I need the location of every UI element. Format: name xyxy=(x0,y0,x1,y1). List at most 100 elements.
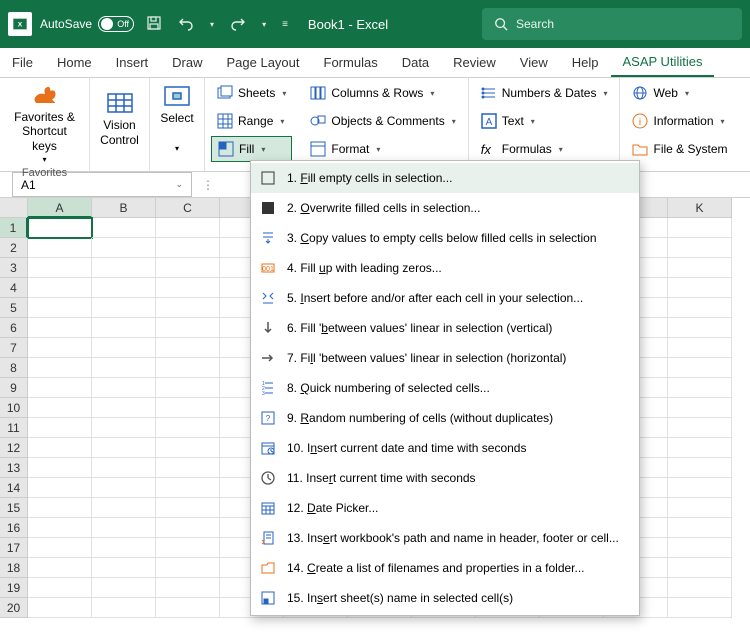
cell[interactable] xyxy=(92,458,156,478)
cell[interactable] xyxy=(28,238,92,258)
cell[interactable] xyxy=(668,418,732,438)
cell[interactable] xyxy=(28,318,92,338)
cell[interactable] xyxy=(156,318,220,338)
redo-dropdown-icon[interactable]: ▾ xyxy=(258,20,270,29)
row-header[interactable]: 7 xyxy=(0,338,28,358)
row-header[interactable]: 10 xyxy=(0,398,28,418)
cell[interactable] xyxy=(668,578,732,598)
file-system-button[interactable]: File & System xyxy=(626,136,733,162)
row-header[interactable]: 13 xyxy=(0,458,28,478)
cell[interactable] xyxy=(28,358,92,378)
fill-menu-item-2[interactable]: 2. Overwrite filled cells in selection..… xyxy=(251,193,639,223)
cell[interactable] xyxy=(92,538,156,558)
row-header[interactable]: 9 xyxy=(0,378,28,398)
fill-menu-item-8[interactable]: 1238. Quick numbering of selected cells.… xyxy=(251,373,639,403)
cell[interactable] xyxy=(668,218,732,238)
column-header[interactable]: K xyxy=(668,198,732,218)
fill-menu-item-11[interactable]: 11. Insert current time with seconds xyxy=(251,463,639,493)
cell[interactable] xyxy=(668,298,732,318)
sheets-button[interactable]: Sheets▾ xyxy=(211,80,292,106)
formulas-button[interactable]: fx Formulas▾ xyxy=(475,136,614,162)
fill-menu-item-15[interactable]: 15. Insert sheet(s) name in selected cel… xyxy=(251,583,639,613)
cell[interactable] xyxy=(668,378,732,398)
tab-formulas[interactable]: Formulas xyxy=(312,48,390,77)
format-button[interactable]: Format▾ xyxy=(304,136,461,162)
cell[interactable] xyxy=(668,398,732,418)
cell[interactable] xyxy=(668,238,732,258)
cell[interactable] xyxy=(92,518,156,538)
row-header[interactable]: 12 xyxy=(0,438,28,458)
cell[interactable] xyxy=(156,518,220,538)
cell[interactable] xyxy=(92,558,156,578)
fill-menu-item-10[interactable]: 10. Insert current date and time with se… xyxy=(251,433,639,463)
fill-menu-item-5[interactable]: 5. Insert before and/or after each cell … xyxy=(251,283,639,313)
cell[interactable] xyxy=(92,238,156,258)
cell[interactable] xyxy=(28,498,92,518)
undo-dropdown-icon[interactable]: ▾ xyxy=(206,20,218,29)
cell[interactable] xyxy=(92,358,156,378)
cell[interactable] xyxy=(156,538,220,558)
fill-button[interactable]: Fill▾ xyxy=(211,136,292,162)
cell[interactable] xyxy=(668,518,732,538)
cell[interactable] xyxy=(156,398,220,418)
favorites-button[interactable]: Favorites & Shortcut keys▾ xyxy=(6,82,83,167)
row-header[interactable]: 11 xyxy=(0,418,28,438)
objects-comments-button[interactable]: Objects & Comments▾ xyxy=(304,108,461,134)
search-box[interactable]: Search xyxy=(482,8,742,40)
cell[interactable] xyxy=(28,258,92,278)
tab-review[interactable]: Review xyxy=(441,48,508,77)
tab-draw[interactable]: Draw xyxy=(160,48,214,77)
tab-home[interactable]: Home xyxy=(45,48,104,77)
row-header[interactable]: 2 xyxy=(0,238,28,258)
cell[interactable] xyxy=(28,418,92,438)
cell[interactable] xyxy=(668,458,732,478)
cell[interactable] xyxy=(156,338,220,358)
row-header[interactable]: 14 xyxy=(0,478,28,498)
fill-menu-item-4[interactable]: 0014. Fill up with leading zeros... xyxy=(251,253,639,283)
cell[interactable] xyxy=(92,438,156,458)
cell[interactable] xyxy=(156,558,220,578)
cell[interactable] xyxy=(668,318,732,338)
row-header[interactable]: 17 xyxy=(0,538,28,558)
cell[interactable] xyxy=(28,278,92,298)
tab-data[interactable]: Data xyxy=(390,48,441,77)
cell[interactable] xyxy=(92,278,156,298)
row-header[interactable]: 5 xyxy=(0,298,28,318)
column-header[interactable]: B xyxy=(92,198,156,218)
cell[interactable] xyxy=(156,358,220,378)
fill-menu-item-13[interactable]: 13. Insert workbook's path and name in h… xyxy=(251,523,639,553)
chevron-down-icon[interactable]: ⌄ xyxy=(175,179,183,190)
cell[interactable] xyxy=(156,438,220,458)
cell[interactable] xyxy=(28,298,92,318)
save-icon[interactable] xyxy=(142,15,166,34)
range-button[interactable]: Range▾ xyxy=(211,108,292,134)
cell[interactable] xyxy=(92,378,156,398)
cell[interactable] xyxy=(156,458,220,478)
cell[interactable] xyxy=(668,478,732,498)
row-header[interactable]: 3 xyxy=(0,258,28,278)
cell[interactable] xyxy=(92,258,156,278)
cell[interactable] xyxy=(28,538,92,558)
cell[interactable] xyxy=(156,238,220,258)
cell[interactable] xyxy=(28,598,92,618)
cell[interactable] xyxy=(668,258,732,278)
row-header[interactable]: 6 xyxy=(0,318,28,338)
cell[interactable] xyxy=(156,218,220,238)
cell[interactable] xyxy=(92,418,156,438)
fill-menu-item-9[interactable]: ?9. Random numbering of cells (without d… xyxy=(251,403,639,433)
cell[interactable] xyxy=(92,498,156,518)
cell[interactable] xyxy=(156,298,220,318)
tab-asap-utilities[interactable]: ASAP Utilities xyxy=(611,48,715,77)
cell[interactable] xyxy=(156,478,220,498)
cell[interactable] xyxy=(156,498,220,518)
cell[interactable] xyxy=(92,398,156,418)
text-button[interactable]: A Text▾ xyxy=(475,108,614,134)
columns-rows-button[interactable]: Columns & Rows▾ xyxy=(304,80,461,106)
fill-menu-item-1[interactable]: 1. Fill empty cells in selection... xyxy=(251,163,639,193)
column-header[interactable]: C xyxy=(156,198,220,218)
cell[interactable] xyxy=(668,498,732,518)
fb-more-icon[interactable]: ⋮ xyxy=(202,178,214,192)
undo-icon[interactable] xyxy=(174,15,198,34)
cell[interactable] xyxy=(28,218,92,238)
tab-file[interactable]: File xyxy=(0,48,45,77)
